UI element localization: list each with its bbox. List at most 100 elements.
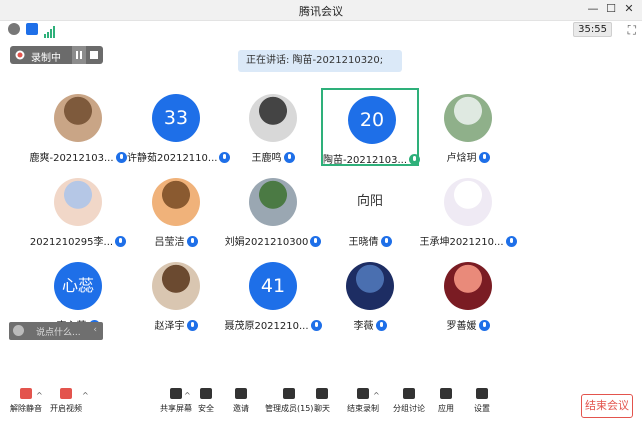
mic-icon <box>380 236 392 247</box>
participant-name-text: 李薇 <box>353 321 374 332</box>
toolbar-label: 共享屏幕 <box>160 404 192 413</box>
mic-icon <box>478 320 490 331</box>
toolbar-button-6[interactable]: 聊天 <box>314 387 330 414</box>
shield-icon[interactable] <box>26 23 38 35</box>
participant-tile[interactable]: 20 陶苗-20212103... <box>321 88 421 166</box>
fullscreen-icon[interactable]: ⛶ <box>628 23 636 38</box>
toolbar-button-10[interactable]: 设置 <box>474 387 490 414</box>
participant-tile[interactable]: 刘娟2021210300 <box>224 172 322 250</box>
participant-tile[interactable]: 41 聂茂原2021210... <box>224 256 322 334</box>
avatar: 33 <box>152 94 200 142</box>
participant-name: 刘娟2021210300 <box>224 233 322 248</box>
participant-name: 聂茂原2021210... <box>224 317 322 332</box>
mic-icon <box>186 320 198 331</box>
end-meeting-button[interactable]: 结束会议 <box>581 394 633 418</box>
toolbar-label: 设置 <box>474 404 490 413</box>
avatar <box>249 178 297 226</box>
breakout-icon <box>401 387 417 401</box>
avatar <box>249 94 297 142</box>
participant-name: 鹿爽-20212103... <box>29 149 127 164</box>
mic-icon <box>505 236 517 247</box>
participant-tile[interactable]: 王鹿鸣 <box>224 88 322 166</box>
chat-input-bar[interactable]: 说点什么... ‹ <box>9 322 103 340</box>
minimize-button[interactable]: — <box>585 2 601 15</box>
chat-placeholder: 说点什么... <box>36 328 81 338</box>
toolbar-button-4[interactable]: 邀请 <box>233 387 249 414</box>
participant-name: 赵泽宇 <box>127 317 225 332</box>
mic-muted-icon <box>18 387 34 401</box>
participant-name-text: 王晓倩 <box>348 237 379 248</box>
bottom-toolbar: 解除静音 开启视频 共享屏幕 安全 邀请 管理成员(15) 聊天 结束录制 分组讨论 应用 设置 ^ ^… <box>0 385 642 427</box>
chevron-left-icon[interactable]: ‹ <box>93 325 97 335</box>
title-bar: 腾讯会议 — ☐ ✕ <box>0 0 642 21</box>
participant-name: 罗善媛 <box>419 317 517 332</box>
participant-tile[interactable]: 卢焓玥 <box>419 88 517 166</box>
participant-tile[interactable]: 鹿爽-20212103... <box>29 88 127 166</box>
participant-tile[interactable]: 李薇 <box>321 256 419 334</box>
pause-recording-button[interactable] <box>72 46 86 64</box>
window-title: 腾讯会议 <box>299 5 343 18</box>
chevron-up-icon[interactable]: ^ <box>373 391 380 400</box>
participant-tile[interactable]: 吕莹洁 <box>127 172 225 250</box>
gear-icon <box>474 387 490 401</box>
info-icon[interactable] <box>8 23 20 35</box>
mic-icon <box>186 236 198 247</box>
participant-tile[interactable]: 2021210295李... <box>29 172 127 250</box>
participant-name: 王承坤2021210... <box>419 233 517 248</box>
mic-icon <box>375 320 387 331</box>
speaking-banner: 正在讲话: 陶苗-2021210320; <box>238 50 402 72</box>
toolbar-label: 分组讨论 <box>393 404 425 413</box>
participant-tile[interactable]: 赵泽宇 <box>127 256 225 334</box>
toolbar-label: 管理成员(15) <box>265 404 314 413</box>
signal-icon[interactable] <box>44 23 56 38</box>
emoji-icon[interactable] <box>13 325 24 336</box>
apps-icon <box>438 387 454 401</box>
toolbar-label: 安全 <box>198 404 214 413</box>
avatar <box>444 178 492 226</box>
recording-indicator: 录制中 <box>10 46 103 64</box>
toolbar-label: 结束录制 <box>347 404 379 413</box>
avatar <box>54 178 102 226</box>
manage-members-button[interactable]: 管理成员(15) <box>265 387 313 414</box>
cloud-record-icon <box>15 50 25 60</box>
participant-name-text: 鹿爽-20212103... <box>29 153 114 164</box>
participant-name: 王晓倩 <box>321 233 419 248</box>
toolbar-button-9[interactable]: 应用 <box>438 387 454 414</box>
recording-label: 录制中 <box>31 53 61 64</box>
video-off-icon <box>58 387 74 401</box>
participant-tile[interactable]: 罗善媛 <box>419 256 517 334</box>
stop-recording-button[interactable] <box>90 51 98 59</box>
meeting-timer: 35:55 <box>573 22 612 37</box>
avatar: 心蕊 <box>54 262 102 310</box>
close-button[interactable]: ✕ <box>621 2 637 15</box>
participant-name-text: 刘娟2021210300 <box>224 237 309 248</box>
avatar: 向阳 <box>346 178 394 226</box>
avatar <box>444 94 492 142</box>
participant-name-text: 罗善媛 <box>446 321 477 332</box>
chat-icon <box>314 387 330 401</box>
participant-name-text: 王鹿鸣 <box>251 153 282 164</box>
participant-name-text: 王承坤2021210... <box>419 237 504 248</box>
toolbar-button-3[interactable]: 安全 <box>198 387 214 414</box>
toolbar-button-1[interactable]: 开启视频 <box>50 387 82 414</box>
participant-name-text: 吕莹洁 <box>154 237 185 248</box>
participant-name: 王鹿鸣 <box>224 149 322 164</box>
toolbar-label: 解除静音 <box>10 404 42 413</box>
chevron-up-icon[interactable]: ^ <box>82 391 89 400</box>
participant-name-text: 陶苗-20212103... <box>323 155 408 166</box>
maximize-button[interactable]: ☐ <box>603 2 619 15</box>
participant-tile[interactable]: 王承坤2021210... <box>419 172 517 250</box>
participant-name: 吕莹洁 <box>127 233 225 248</box>
toolbar-label: 应用 <box>438 404 454 413</box>
chevron-up-icon[interactable]: ^ <box>184 391 191 400</box>
shield-icon <box>198 387 214 401</box>
participant-tile[interactable]: 33 许静茹20212110... <box>127 88 231 166</box>
avatar <box>152 262 200 310</box>
chevron-up-icon[interactable]: ^ <box>36 391 43 400</box>
mic-icon <box>115 236 127 247</box>
toolbar-button-8[interactable]: 分组讨论 <box>393 387 425 414</box>
avatar: 41 <box>249 262 297 310</box>
participant-tile[interactable]: 向阳 王晓倩 <box>321 172 419 250</box>
mic-icon <box>310 236 322 247</box>
share-screen-icon <box>168 387 184 401</box>
